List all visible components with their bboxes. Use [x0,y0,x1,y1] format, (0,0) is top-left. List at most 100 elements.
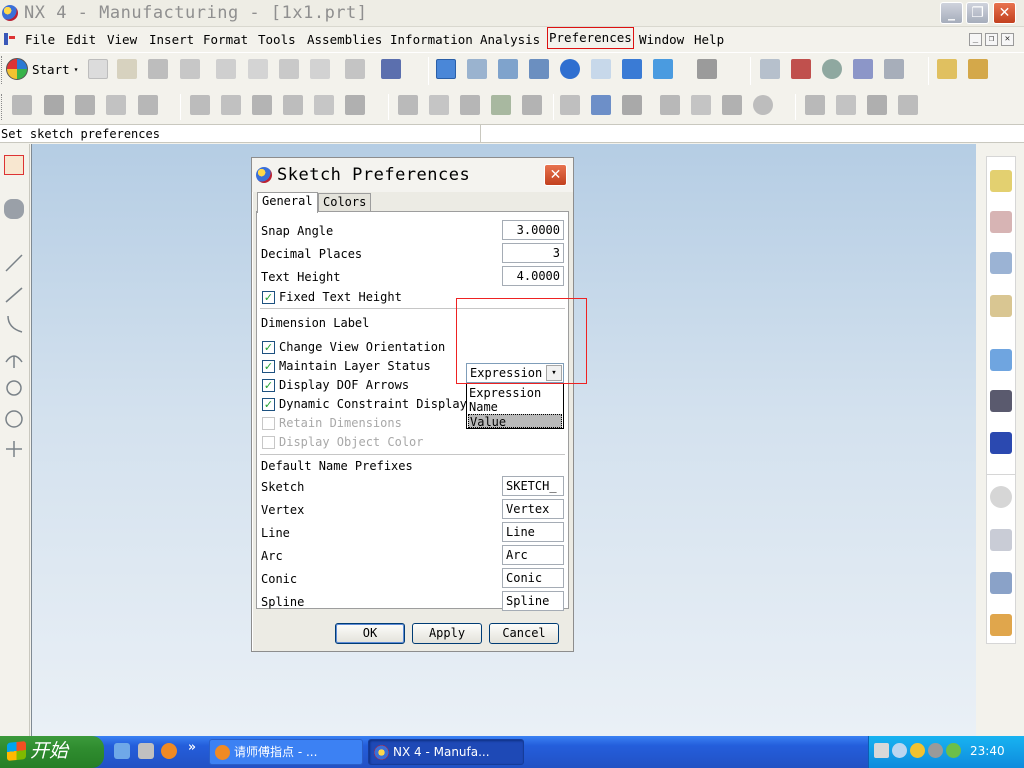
process-studio-icon[interactable] [990,572,1012,594]
create-operation-icon[interactable] [138,95,158,115]
tool-display-icon[interactable] [591,95,611,115]
line-icon[interactable] [4,253,24,273]
display-dof-arrows-checkbox[interactable]: ✓ [262,379,275,392]
pan-icon[interactable] [591,59,611,79]
open-folder-icon[interactable] [117,59,137,79]
dimension-option-expression[interactable]: Expression [468,386,562,400]
feature-display-icon[interactable] [691,95,711,115]
copy-icon[interactable] [248,59,268,79]
tree-icon[interactable] [836,95,856,115]
dimension-option-name[interactable]: Name [468,400,562,414]
layer-icon[interactable] [697,59,717,79]
point-icon[interactable] [4,439,24,459]
replay-path-icon[interactable] [221,95,241,115]
roles-icon[interactable] [990,614,1012,636]
rotate-icon[interactable] [560,59,580,79]
web-browser-icon[interactable] [990,349,1012,371]
help-icon[interactable] [990,432,1012,454]
training-icon[interactable] [990,390,1012,412]
menu-insert[interactable]: Insert [149,32,194,47]
quick-launch-app-icon[interactable] [138,743,154,759]
line-prefix-field[interactable]: Line [502,522,564,542]
dialog-close-button[interactable]: ✕ [544,164,567,186]
quick-launch-more[interactable]: » [188,740,196,755]
zoom-in-out-icon[interactable] [529,59,549,79]
blank-display-icon[interactable] [622,95,642,115]
doc-minimize-button[interactable]: _ [969,33,982,46]
path-edit-icon[interactable] [345,95,365,115]
object-display-icon[interactable] [660,95,680,115]
machine-tool-icon[interactable] [491,95,511,115]
history-icon[interactable] [990,486,1012,508]
display-path-icon[interactable] [560,95,580,115]
conic-prefix-field[interactable]: Conic [502,568,564,588]
menu-tools[interactable]: Tools [258,32,296,47]
text-height-field[interactable]: 4.0000 [502,266,564,286]
profile-icon[interactable] [4,199,24,219]
reuse-library-icon[interactable] [990,295,1012,317]
shop-docs-icon[interactable] [429,95,449,115]
fixed-text-height-checkbox[interactable]: ✓ [262,291,275,304]
doc-restore-button[interactable]: ❐ [985,33,998,46]
taskbar-item-nx[interactable]: NX 4 - Manufa... [368,739,524,765]
sketch-prefix-field[interactable]: SKETCH_ [502,476,564,496]
print-icon[interactable] [180,59,200,79]
tray-expand-icon[interactable] [892,743,907,758]
snap-point-icon[interactable] [760,59,780,79]
part-navigator-icon[interactable] [990,211,1012,233]
view-cube-icon[interactable] [653,59,673,79]
start-button[interactable]: Start ▾ [6,57,78,81]
list-path-icon[interactable] [252,95,272,115]
firefox-icon[interactable] [161,743,177,759]
undo-icon[interactable] [345,59,365,79]
menu-analysis[interactable]: Analysis [480,32,540,47]
create-program-icon[interactable] [12,95,32,115]
delete-path-icon[interactable] [314,95,334,115]
decimal-places-field[interactable]: 3 [502,243,564,263]
qq-icon[interactable] [910,743,925,758]
verify-path-icon[interactable] [283,95,303,115]
close-button[interactable]: ✕ [993,2,1016,24]
delete-icon[interactable] [310,59,330,79]
menu-window[interactable]: Window [639,32,684,47]
select-icon[interactable] [791,59,811,79]
change-view-orientation-checkbox[interactable]: ✓ [262,341,275,354]
fillet-icon[interactable] [4,348,24,368]
system-materials-icon[interactable] [990,529,1012,551]
paste-icon[interactable] [279,59,299,79]
assembly-icon[interactable] [867,95,887,115]
assembly-navigator-icon[interactable] [990,170,1012,192]
cut-icon[interactable] [216,59,236,79]
generate-path-icon[interactable] [190,95,210,115]
analysis-icon[interactable] [822,59,842,79]
minimize-button[interactable]: _ [940,2,963,24]
cancel-button[interactable]: Cancel [489,623,559,644]
transform-icon[interactable] [805,95,825,115]
create-tool-icon[interactable] [44,95,64,115]
doc-close-button[interactable]: ✕ [1001,33,1014,46]
zoom-window-icon[interactable] [467,59,487,79]
clock-time-icon[interactable] [753,95,773,115]
new-file-icon[interactable] [88,59,108,79]
arc-prefix-field[interactable]: Arc [502,545,564,565]
toolbar-grip[interactable] [1,56,4,84]
apply-button[interactable]: Apply [412,623,482,644]
measure-icon[interactable] [937,59,957,79]
arc-line-icon[interactable] [4,284,24,304]
class-select-icon[interactable] [884,59,904,79]
vertex-prefix-field[interactable]: Vertex [502,499,564,519]
shaded-view-icon[interactable] [622,59,642,79]
save-icon[interactable] [148,59,168,79]
toolbar-grip[interactable] [1,94,4,120]
dynamic-constraint-display-checkbox[interactable]: ✓ [262,398,275,411]
menu-preferences[interactable]: Preferences [547,27,634,49]
filter-icon[interactable] [853,59,873,79]
volume-icon[interactable] [946,743,961,758]
menu-file[interactable]: File [25,32,55,47]
create-method-icon[interactable] [106,95,126,115]
tab-colors[interactable]: Colors [318,193,372,212]
output-cls-icon[interactable] [460,95,480,115]
circle-center-icon[interactable] [4,409,24,429]
spline-prefix-field[interactable]: Spline [502,591,564,611]
dimension-option-value[interactable]: Value [468,414,562,429]
